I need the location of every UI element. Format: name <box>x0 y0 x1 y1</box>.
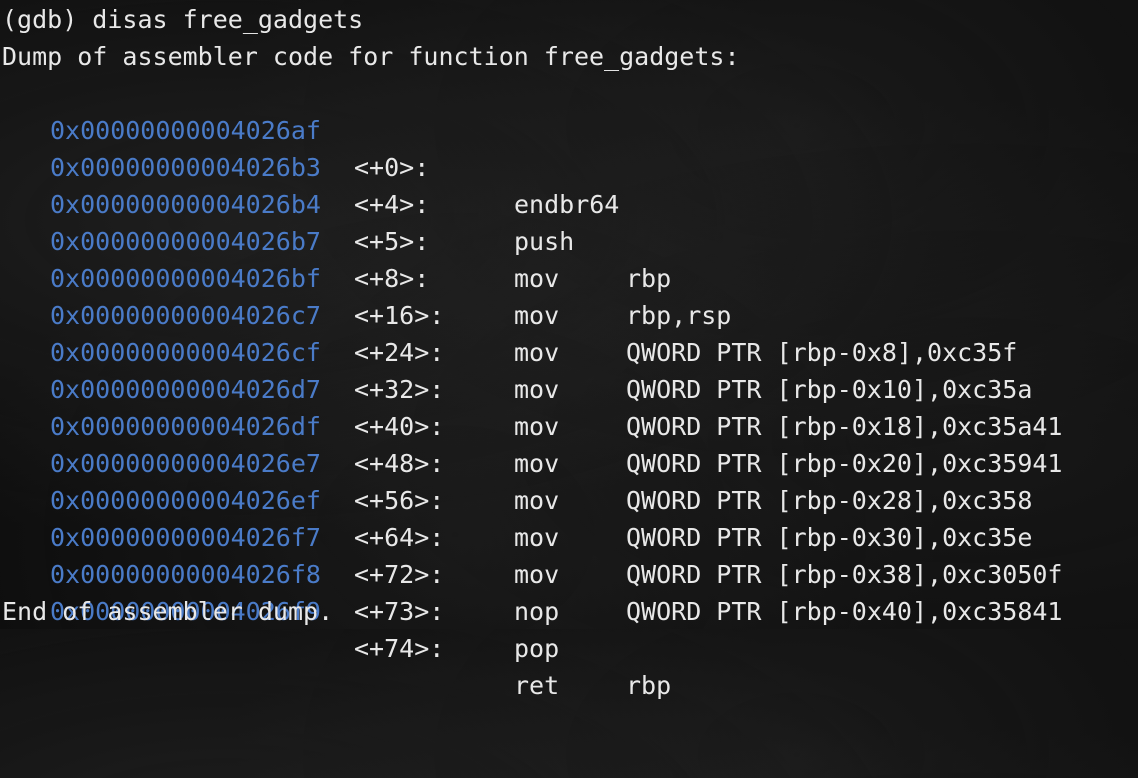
instruction-row: 0x00000000004026e7 <+56>: mov QWORD PTR … <box>0 408 1138 589</box>
dump-footer: End of assembler dump. <box>2 597 334 626</box>
instruction-row: 0x00000000004026f9 <+74>: ret <box>0 556 1138 700</box>
dump-header: Dump of assembler code for function free… <box>2 42 740 71</box>
instruction-offset: <+73>: <box>354 597 445 626</box>
terminal-window[interactable]: (gdb) disas free_gadgets Dump of assembl… <box>0 0 1138 700</box>
instruction-mnemonic: nop <box>514 597 560 626</box>
instruction-row: 0x00000000004026b7 <+8>: mov QWORD PTR [… <box>0 186 1138 367</box>
instruction-offset: <+74>: <box>354 634 445 663</box>
instruction-row: 0x00000000004026d7 <+40>: mov QWORD PTR … <box>0 334 1138 515</box>
instruction-row: 0x00000000004026f7 <+72>: nop <box>0 482 1138 626</box>
instruction-row: 0x00000000004026df <+48>: mov QWORD PTR … <box>0 371 1138 552</box>
instruction-row: 0x00000000004026c7 <+24>: mov QWORD PTR … <box>0 260 1138 441</box>
instruction-row: 0x00000000004026b3 <+4>: push rbp <box>0 112 1138 293</box>
instruction-row: 0x00000000004026cf <+32>: mov QWORD PTR … <box>0 297 1138 478</box>
instruction-operands: QWORD PTR [rbp-0x40],0xc35841 <box>626 597 1063 626</box>
instruction-row: 0x00000000004026bf <+16>: mov QWORD PTR … <box>0 223 1138 404</box>
instruction-row: 0x00000000004026b4 <+5>: mov rbp,rsp <box>0 149 1138 330</box>
instruction-mnemonic: ret <box>514 671 560 700</box>
instruction-row: 0x00000000004026f8 <+73>: pop rbp <box>0 519 1138 700</box>
instruction-row: 0x00000000004026ef <+64>: mov QWORD PTR … <box>0 445 1138 626</box>
instruction-mnemonic: pop <box>514 634 560 663</box>
gdb-command-line: (gdb) disas free_gadgets <box>2 5 364 34</box>
instruction-row: 0x00000000004026af <+0>: endbr64 <box>0 75 1138 219</box>
instruction-operands: rbp <box>626 671 672 700</box>
